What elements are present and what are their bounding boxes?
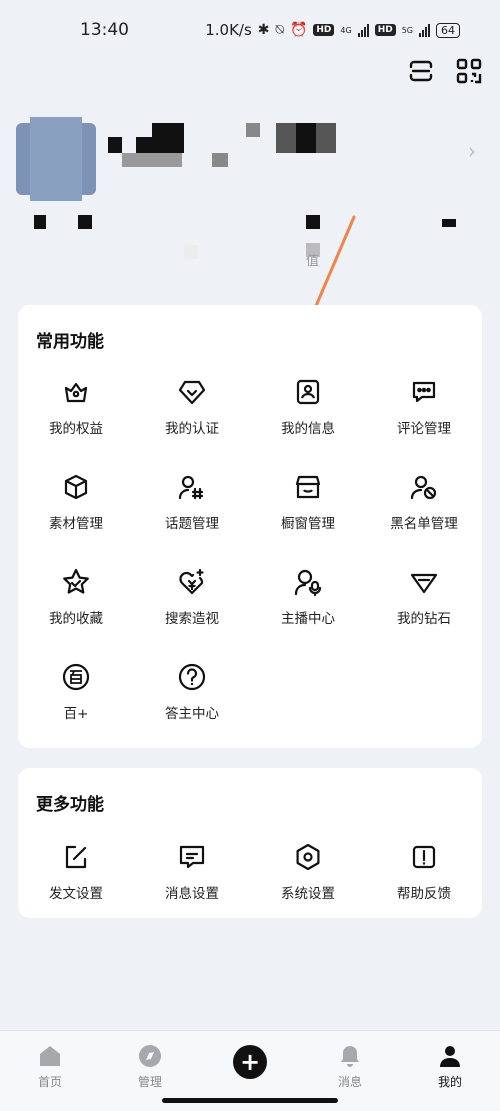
id-card-icon: [296, 379, 320, 405]
chevron-right-icon[interactable]: ›: [468, 139, 476, 163]
nav-label: 管理: [137, 1075, 162, 1089]
bluetooth-icon: ✱: [257, 22, 270, 38]
common-functions-title: 常用功能: [36, 332, 104, 352]
hd-badge-1: HD: [313, 24, 335, 36]
nav-label: 首页: [37, 1075, 62, 1089]
settings-hexagon-icon: [296, 843, 320, 871]
spark-heart-icon: [179, 568, 204, 595]
post-settings-item[interactable]: 发文设置: [18, 838, 134, 933]
more-functions-title: 更多功能: [36, 795, 104, 815]
status-bar: 13:40 1.0K/s ✱ ⍉ ⏰ HD 4G HD 5G 64: [0, 0, 500, 60]
answerer-center-item[interactable]: 答主中心: [134, 658, 250, 753]
verified-badge-icon: [178, 380, 206, 405]
message-settings-item[interactable]: 消息设置: [134, 838, 250, 933]
home-icon: [40, 1046, 60, 1066]
item-label: 搜索造视: [165, 611, 219, 627]
shop-window-icon: [295, 475, 321, 499]
avatar[interactable]: [16, 117, 96, 201]
item-label: 话题管理: [165, 516, 219, 532]
net-type-1: 4G: [340, 25, 352, 35]
help-feedback-item[interactable]: 帮助反馈: [366, 838, 482, 933]
item-label: 黑名单管理: [390, 516, 458, 532]
item-label: 我的信息: [281, 421, 335, 437]
my-info-item[interactable]: 我的信息: [250, 373, 366, 468]
blacklist-management-item[interactable]: 黑名单管理: [366, 468, 482, 563]
item-label: 我的认证: [165, 421, 219, 437]
topic-user-icon: [178, 475, 204, 500]
scan-icon[interactable]: [408, 58, 434, 84]
question-icon: [178, 663, 206, 691]
mute-icon: ⍉: [275, 22, 284, 38]
common-functions-card: 常用功能 我的权益 我的认证 我的信息 评论管理 素材管理 话题管理 橱窗管理 …: [18, 305, 482, 748]
anchor-mic-icon: [294, 569, 322, 597]
cube-icon: [64, 474, 88, 500]
item-label: 主播中心: [281, 611, 335, 627]
home-indicator[interactable]: [162, 1098, 338, 1103]
anchor-center-item[interactable]: 主播中心: [250, 563, 366, 658]
alarm-icon: ⏰: [289, 22, 308, 38]
status-indicators: 1.0K/s ✱ ⍉ ⏰ HD 4G HD 5G 64: [205, 21, 460, 39]
search-insight-item[interactable]: 搜索造视: [134, 563, 250, 658]
my-diamonds-item[interactable]: 我的钻石: [366, 563, 482, 658]
topic-management-item[interactable]: 话题管理: [134, 468, 250, 563]
item-label: 系统设置: [281, 886, 335, 902]
item-label: 百+: [63, 706, 89, 722]
battery-indicator: 64: [436, 22, 460, 38]
network-speed: 1.0K/s: [205, 21, 252, 39]
item-label: 发文设置: [49, 886, 103, 902]
diamond-icon: [410, 573, 438, 594]
system-settings-item[interactable]: 系统设置: [250, 838, 366, 933]
status-time: 13:40: [80, 20, 129, 40]
item-label: 素材管理: [49, 516, 103, 532]
item-label: 我的钻石: [397, 611, 451, 627]
material-management-item[interactable]: 素材管理: [18, 468, 134, 563]
crown-icon: [64, 382, 88, 403]
user-icon: [440, 1046, 460, 1067]
message-icon: [179, 845, 205, 869]
nav-label: 消息: [337, 1075, 362, 1089]
block-user-icon: [410, 475, 437, 500]
item-label: 帮助反馈: [397, 886, 451, 902]
showcase-management-item[interactable]: 橱窗管理: [250, 468, 366, 563]
feedback-icon: [412, 845, 436, 869]
my-certification-item[interactable]: 我的认证: [134, 373, 250, 468]
more-functions-card: 更多功能 发文设置 消息设置 系统设置 帮助反馈: [18, 768, 482, 918]
profile-header[interactable]: › 值: [0, 115, 500, 275]
hd-badge-2: HD: [374, 24, 396, 36]
bai-plus-item[interactable]: 百+: [18, 658, 134, 753]
my-favorites-item[interactable]: 我的收藏: [18, 563, 134, 658]
item-label: 答主中心: [165, 706, 219, 722]
comment-icon: [412, 381, 436, 403]
top-actions: [408, 58, 482, 84]
bai-plus-icon: [62, 663, 90, 691]
plus-icon: +: [233, 1045, 267, 1079]
item-label: 消息设置: [165, 886, 219, 902]
item-label: 评论管理: [397, 421, 451, 437]
item-label: 我的权益: [49, 421, 103, 437]
edit-icon: [65, 845, 87, 869]
star-icon: [63, 568, 89, 594]
nav-home[interactable]: 首页: [0, 1031, 100, 1111]
item-label: 橱窗管理: [281, 516, 335, 532]
compass-icon: [139, 1045, 161, 1067]
comment-management-item[interactable]: 评论管理: [366, 373, 482, 468]
signal-icon-1: [357, 23, 369, 37]
item-label: 我的收藏: [49, 611, 103, 627]
qr-code-icon[interactable]: [456, 58, 482, 84]
nav-label: 我的: [437, 1075, 462, 1089]
net-type-2: 5G: [401, 25, 413, 35]
bell-icon: [341, 1046, 359, 1067]
more-functions-grid: 发文设置 消息设置 系统设置 帮助反馈: [18, 838, 482, 933]
my-benefits-item[interactable]: 我的权益: [18, 373, 134, 468]
common-functions-grid: 我的权益 我的认证 我的信息 评论管理 素材管理 话题管理 橱窗管理 黑名单管理…: [18, 373, 482, 753]
nav-me[interactable]: 我的: [400, 1031, 500, 1111]
signal-icon-2: [419, 23, 430, 37]
